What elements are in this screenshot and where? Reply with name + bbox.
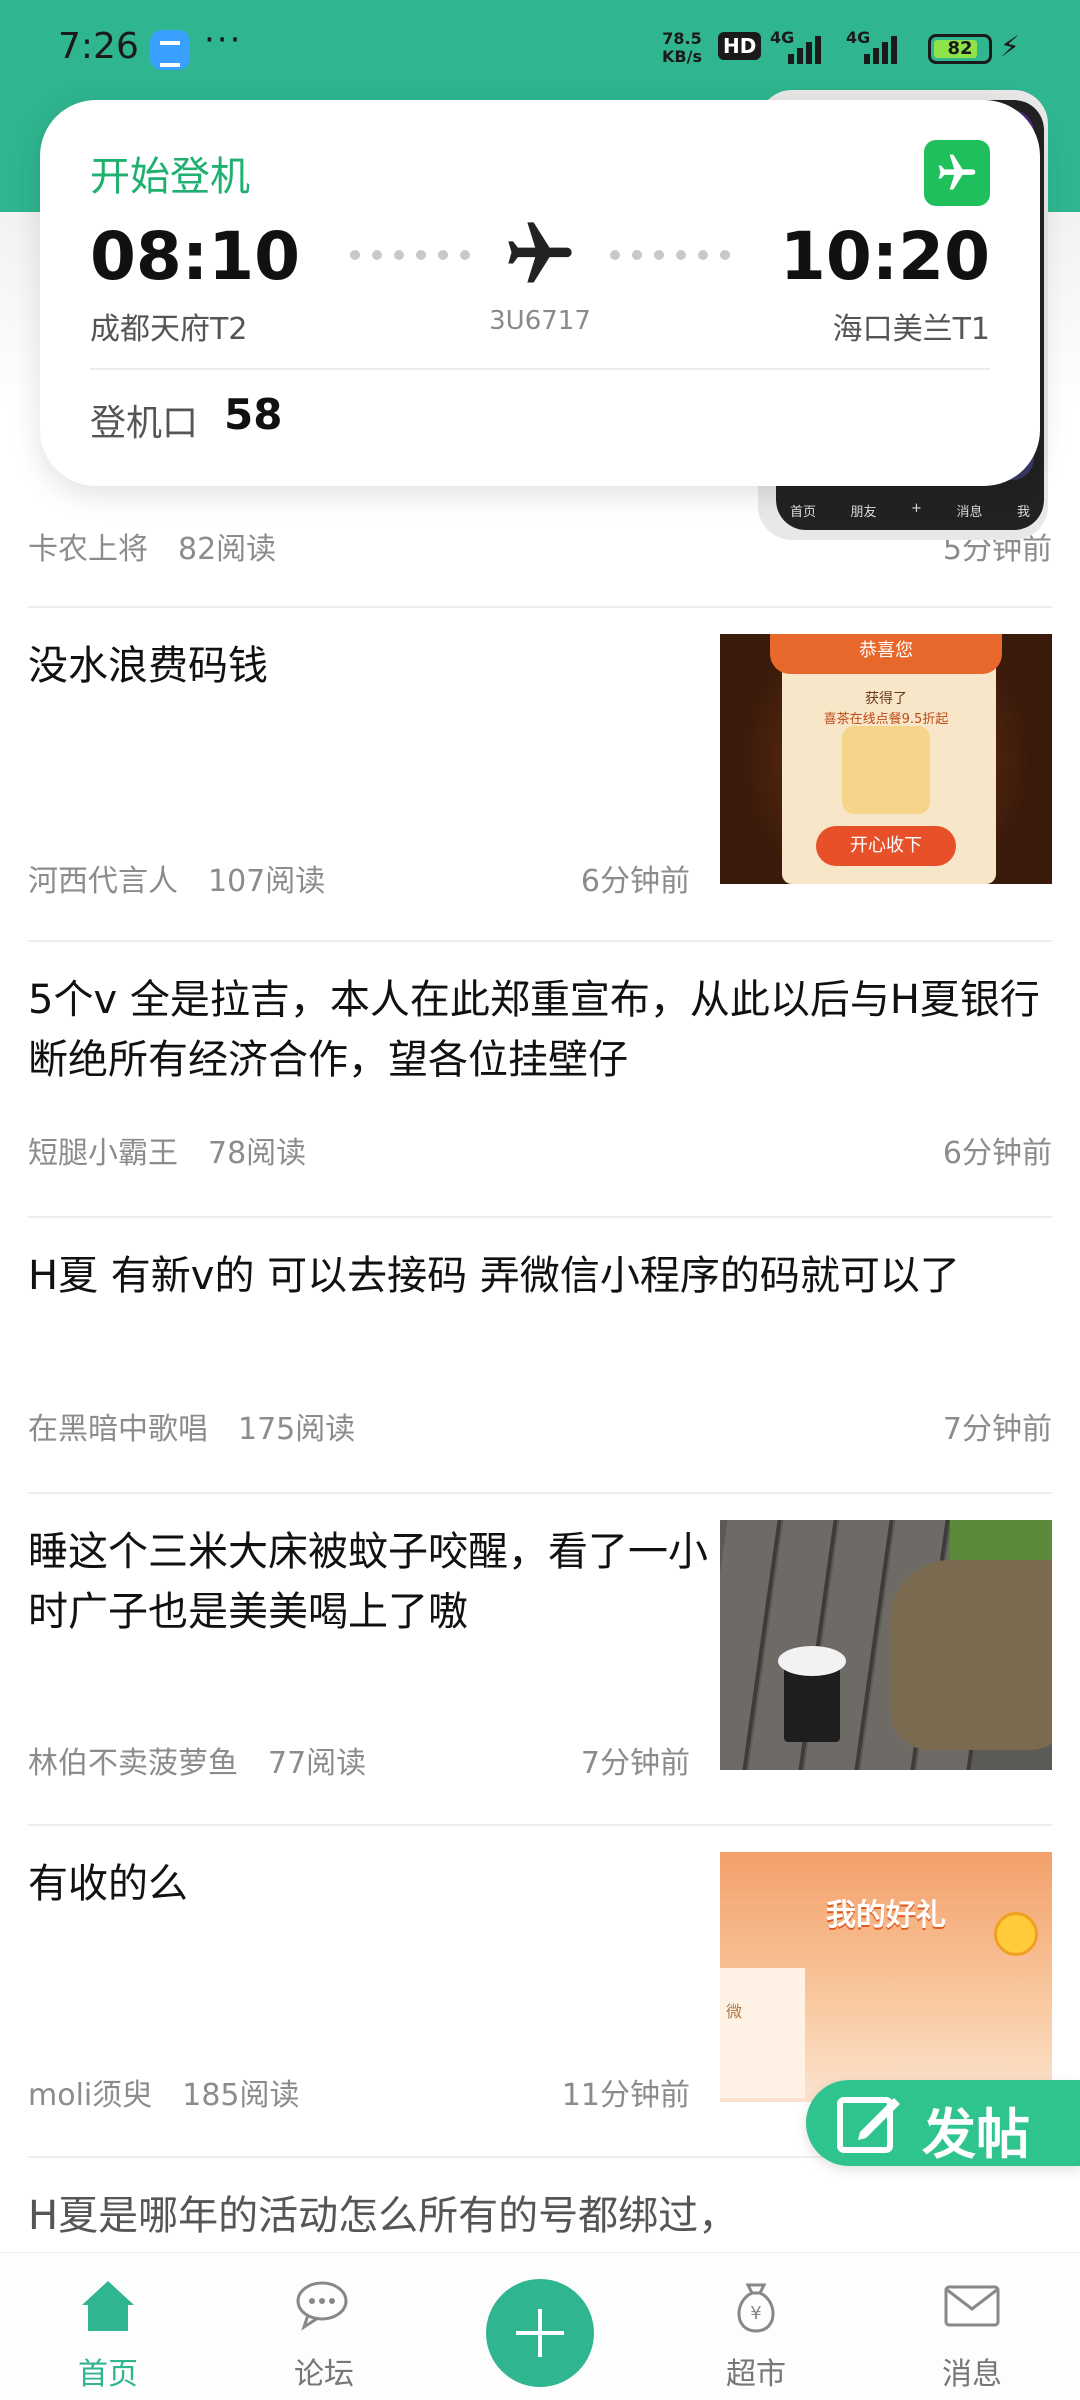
post-title: 没水浪费码钱 xyxy=(28,643,268,689)
list-item[interactable]: 没水浪费码钱 河西代言人 107阅读 6分钟前 恭喜您 获得了 喜茶在线点餐9.5… xyxy=(28,608,1052,942)
post-meta: 在黑暗中歌唱 175阅读 xyxy=(28,1404,355,1448)
status-time: 7:26 xyxy=(58,26,139,67)
divider xyxy=(90,368,990,370)
arrival-time: 10:20 xyxy=(779,218,990,295)
backpack-image xyxy=(890,1560,1052,1750)
post-time: 7分钟前 xyxy=(942,1412,1052,1447)
airplane-badge-icon xyxy=(924,140,990,206)
gift-card-caption: 微 xyxy=(726,2002,743,2021)
preview-tabs: 首页 朋友 + 消息 我 xyxy=(790,501,1030,520)
post-meta: 河西代言人 107阅读 xyxy=(28,856,325,900)
coupon-card-icon xyxy=(842,726,930,814)
home-icon xyxy=(78,2275,138,2335)
battery-icon: 82 xyxy=(928,34,992,64)
route-dots-left xyxy=(350,250,470,262)
post-title: 睡这个三米大床被蚊子咬醒，看了一小时广子也是美美喝上了嗷 xyxy=(28,1529,708,1635)
route-dots-right xyxy=(610,250,730,262)
status-bar: 7:26 ··· 78.5 KB/s HD 4G 4G 82 ⚡ xyxy=(0,0,1080,100)
arrival-airport: 海口美兰T1 xyxy=(832,312,990,347)
bolt-icon: ⚡ xyxy=(1000,30,1020,63)
post-time: 7分钟前 xyxy=(580,1746,690,1781)
coupon-line1: 获得了 xyxy=(865,691,907,707)
post-meta: 卡农上将 82阅读 xyxy=(28,524,276,568)
post-title: 有收的么 xyxy=(28,1861,188,1907)
post-reads: 185阅读 xyxy=(182,2078,300,2113)
post-author: 河西代言人 xyxy=(28,864,178,899)
bottom-nav: 首页 论坛 ¥ 超市 消息 xyxy=(0,2252,1080,2400)
signal-sim2-icon: 4G xyxy=(846,28,906,64)
notification-app-icon xyxy=(150,30,190,70)
post-time: 11分钟前 xyxy=(561,2078,690,2113)
post-meta: 短腿小霸王 78阅读 xyxy=(28,1128,306,1172)
tab-forum-label: 论坛 xyxy=(294,2357,354,2392)
network-speed-value: 78.5 xyxy=(662,29,702,48)
new-post-button[interactable]: 发帖 xyxy=(806,2080,1080,2166)
post-reads: 107阅读 xyxy=(208,864,326,899)
more-notifications-icon: ··· xyxy=(204,20,243,60)
post-thumbnail[interactable] xyxy=(720,1520,1052,1770)
coupon-line2: 喜茶在线点餐9.5折起 xyxy=(823,712,949,727)
tab-messages[interactable]: 消息 xyxy=(902,2253,1042,2400)
post-time: 6分钟前 xyxy=(580,864,690,899)
post-thumbnail[interactable]: 恭喜您 获得了 喜茶在线点餐9.5折起 开心收下 xyxy=(720,634,1052,884)
post-title: 5个v 全是拉吉，本人在此郑重宣布，从此以后与H夏银行断绝所有经济合作，望各位挂… xyxy=(28,977,1040,1083)
gate-number: 58 xyxy=(224,390,283,439)
departure-time: 08:10 xyxy=(90,218,301,295)
boarding-status: 开始登机 xyxy=(90,154,250,200)
mail-icon xyxy=(942,2275,1002,2335)
list-item[interactable]: H夏是哪年的活动怎么所有的号都绑过， xyxy=(28,2158,1052,2258)
new-post-label: 发帖 xyxy=(922,2102,1030,2166)
post-reads: 175阅读 xyxy=(238,1412,356,1447)
post-title: H夏是哪年的活动怎么所有的号都绑过， xyxy=(28,2193,739,2239)
plus-icon[interactable] xyxy=(486,2279,594,2387)
tab-forum[interactable]: 论坛 xyxy=(254,2253,394,2400)
network-speed: 78.5 KB/s xyxy=(662,30,702,66)
tab-messages-label: 消息 xyxy=(942,2357,1002,2392)
post-reads: 82阅读 xyxy=(178,532,277,567)
tab-market[interactable]: ¥ 超市 xyxy=(686,2253,826,2400)
post-time: 6分钟前 xyxy=(942,1136,1052,1171)
coupon-header: 恭喜您 xyxy=(770,634,1002,674)
post-title: H夏 有新v的 可以去接码 弄微信小程序的码就可以了 xyxy=(28,1253,960,1299)
post-author: 在黑暗中歌唱 xyxy=(28,1412,208,1447)
hd-voice-icon: HD xyxy=(718,32,762,60)
flight-status-card[interactable]: 开始登机 08:10 成都天府T2 3U6717 10:20 海口美兰T1 登机… xyxy=(40,100,1040,486)
signal-sim1-icon: 4G xyxy=(770,28,830,64)
airplane-icon xyxy=(502,216,578,296)
edit-icon xyxy=(836,2092,902,2158)
post-thumbnail[interactable]: 我的好礼 微 xyxy=(720,1852,1052,2102)
list-item[interactable]: 睡这个三米大床被蚊子咬醒，看了一小时广子也是美美喝上了嗷 林伯不卖菠萝鱼 77阅读… xyxy=(28,1494,1052,1826)
coupon-accept-button: 开心收下 xyxy=(816,826,956,866)
chat-bubbles-icon xyxy=(294,2275,354,2335)
post-reads: 78阅读 xyxy=(208,1136,307,1171)
post-author: 卡农上将 xyxy=(28,532,148,567)
list-item[interactable]: H夏 有新v的 可以去接码 弄微信小程序的码就可以了 在黑暗中歌唱 175阅读 7… xyxy=(28,1218,1052,1494)
tab-home[interactable]: 首页 xyxy=(38,2253,178,2400)
post-meta: 林伯不卖菠萝鱼 77阅读 xyxy=(28,1738,366,1782)
post-meta: moli须臾 185阅读 xyxy=(28,2070,300,2114)
tab-market-label: 超市 xyxy=(726,2357,786,2392)
gate-label: 登机口 xyxy=(90,403,199,444)
list-item[interactable]: 5个v 全是拉吉，本人在此郑重宣布，从此以后与H夏银行断绝所有经济合作，望各位挂… xyxy=(28,942,1052,1218)
post-reads: 77阅读 xyxy=(268,1746,367,1781)
battery-level: 82 xyxy=(947,38,973,59)
money-bag-icon: ¥ xyxy=(726,2275,786,2335)
post-author: 短腿小霸王 xyxy=(28,1136,178,1171)
svg-text:¥: ¥ xyxy=(750,2303,761,2324)
post-author: moli须臾 xyxy=(28,2078,153,2113)
gift-card: 微 xyxy=(720,1968,805,2098)
network-speed-unit: KB/s xyxy=(662,47,702,66)
post-author: 林伯不卖菠萝鱼 xyxy=(28,1746,238,1781)
coin-icon xyxy=(994,1912,1038,1956)
tab-home-label: 首页 xyxy=(78,2357,138,2392)
